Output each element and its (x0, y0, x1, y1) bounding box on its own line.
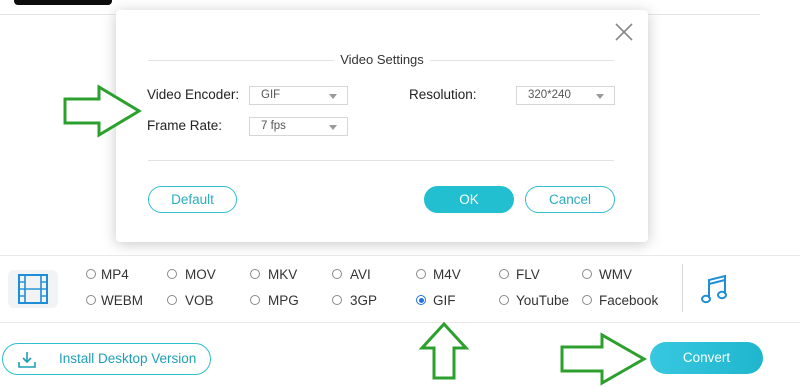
format-label-wmv: WMV (599, 267, 632, 282)
convert-button[interactable]: Convert (650, 342, 763, 374)
default-button[interactable]: Default (148, 186, 237, 213)
green-arrow-right-icon (560, 332, 648, 386)
radio-mkv[interactable] (250, 269, 260, 279)
download-icon (18, 352, 36, 368)
radio-mov[interactable] (167, 269, 177, 279)
video-settings-dialog: Video Settings Video Encoder: GIF Resolu… (116, 10, 648, 242)
format-label-webm: WEBM (101, 293, 143, 308)
format-label-mp4: MP4 (101, 267, 129, 282)
radio-vob[interactable] (167, 295, 177, 305)
format-bar-divider (682, 264, 683, 312)
format-label-m4v: M4V (433, 267, 461, 282)
format-label-youtube: YouTube (516, 293, 570, 308)
radio-mp4[interactable] (86, 269, 96, 279)
frame-rate-label: Frame Rate: (147, 118, 223, 133)
radio-webm[interactable] (86, 295, 96, 305)
video-encoder-label: Video Encoder: (147, 87, 240, 102)
format-label-flv: FLV (516, 267, 540, 282)
title-divider-right (430, 60, 614, 61)
dialog-divider (148, 160, 614, 161)
install-desktop-version-label: Install Desktop Version (59, 351, 197, 366)
chevron-down-icon (596, 94, 604, 99)
format-label-mpg: MPG (268, 293, 299, 308)
ok-button[interactable]: OK (424, 186, 514, 213)
title-divider-left (148, 60, 334, 61)
top-bar-block (14, 0, 112, 5)
format-bar: MP4 MOV MKV AVI M4V FLV WMV WEBM VOB MPG… (0, 255, 800, 323)
green-arrow-right-icon (63, 84, 142, 138)
frame-rate-select[interactable]: 7 fps (249, 117, 348, 136)
format-label-mov: MOV (185, 267, 216, 282)
radio-youtube[interactable] (499, 295, 509, 305)
format-label-facebook: Facebook (599, 293, 659, 308)
radio-facebook[interactable] (582, 295, 592, 305)
resolution-value: 320*240 (528, 89, 571, 101)
radio-gif[interactable] (416, 295, 426, 305)
radio-3gp[interactable] (332, 295, 342, 305)
radio-flv[interactable] (499, 269, 509, 279)
resolution-select[interactable]: 320*240 (516, 86, 615, 105)
dialog-title: Video Settings (340, 52, 424, 67)
radio-avi[interactable] (332, 269, 342, 279)
chevron-down-icon (329, 94, 337, 99)
format-label-mkv: MKV (268, 267, 298, 282)
video-encoder-select[interactable]: GIF (249, 86, 348, 105)
film-icon (18, 274, 48, 304)
cancel-button[interactable]: Cancel (525, 186, 615, 213)
format-label-vob: VOB (185, 293, 214, 308)
video-encoder-value: GIF (261, 89, 281, 101)
green-arrow-up-icon (418, 321, 470, 380)
format-label-3gp: 3GP (350, 293, 378, 308)
radio-m4v[interactable] (416, 269, 426, 279)
install-desktop-version-button[interactable]: Install Desktop Version (2, 343, 211, 375)
format-label-avi: AVI (350, 267, 371, 282)
chevron-down-icon (329, 125, 337, 130)
format-label-gif: GIF (433, 293, 456, 308)
radio-wmv[interactable] (582, 269, 592, 279)
music-note-icon[interactable] (700, 274, 728, 306)
frame-rate-value: 7 fps (261, 120, 286, 132)
close-icon[interactable] (613, 21, 635, 43)
video-format-tab[interactable] (8, 270, 58, 308)
resolution-label: Resolution: (409, 87, 477, 102)
radio-mpg[interactable] (250, 295, 260, 305)
